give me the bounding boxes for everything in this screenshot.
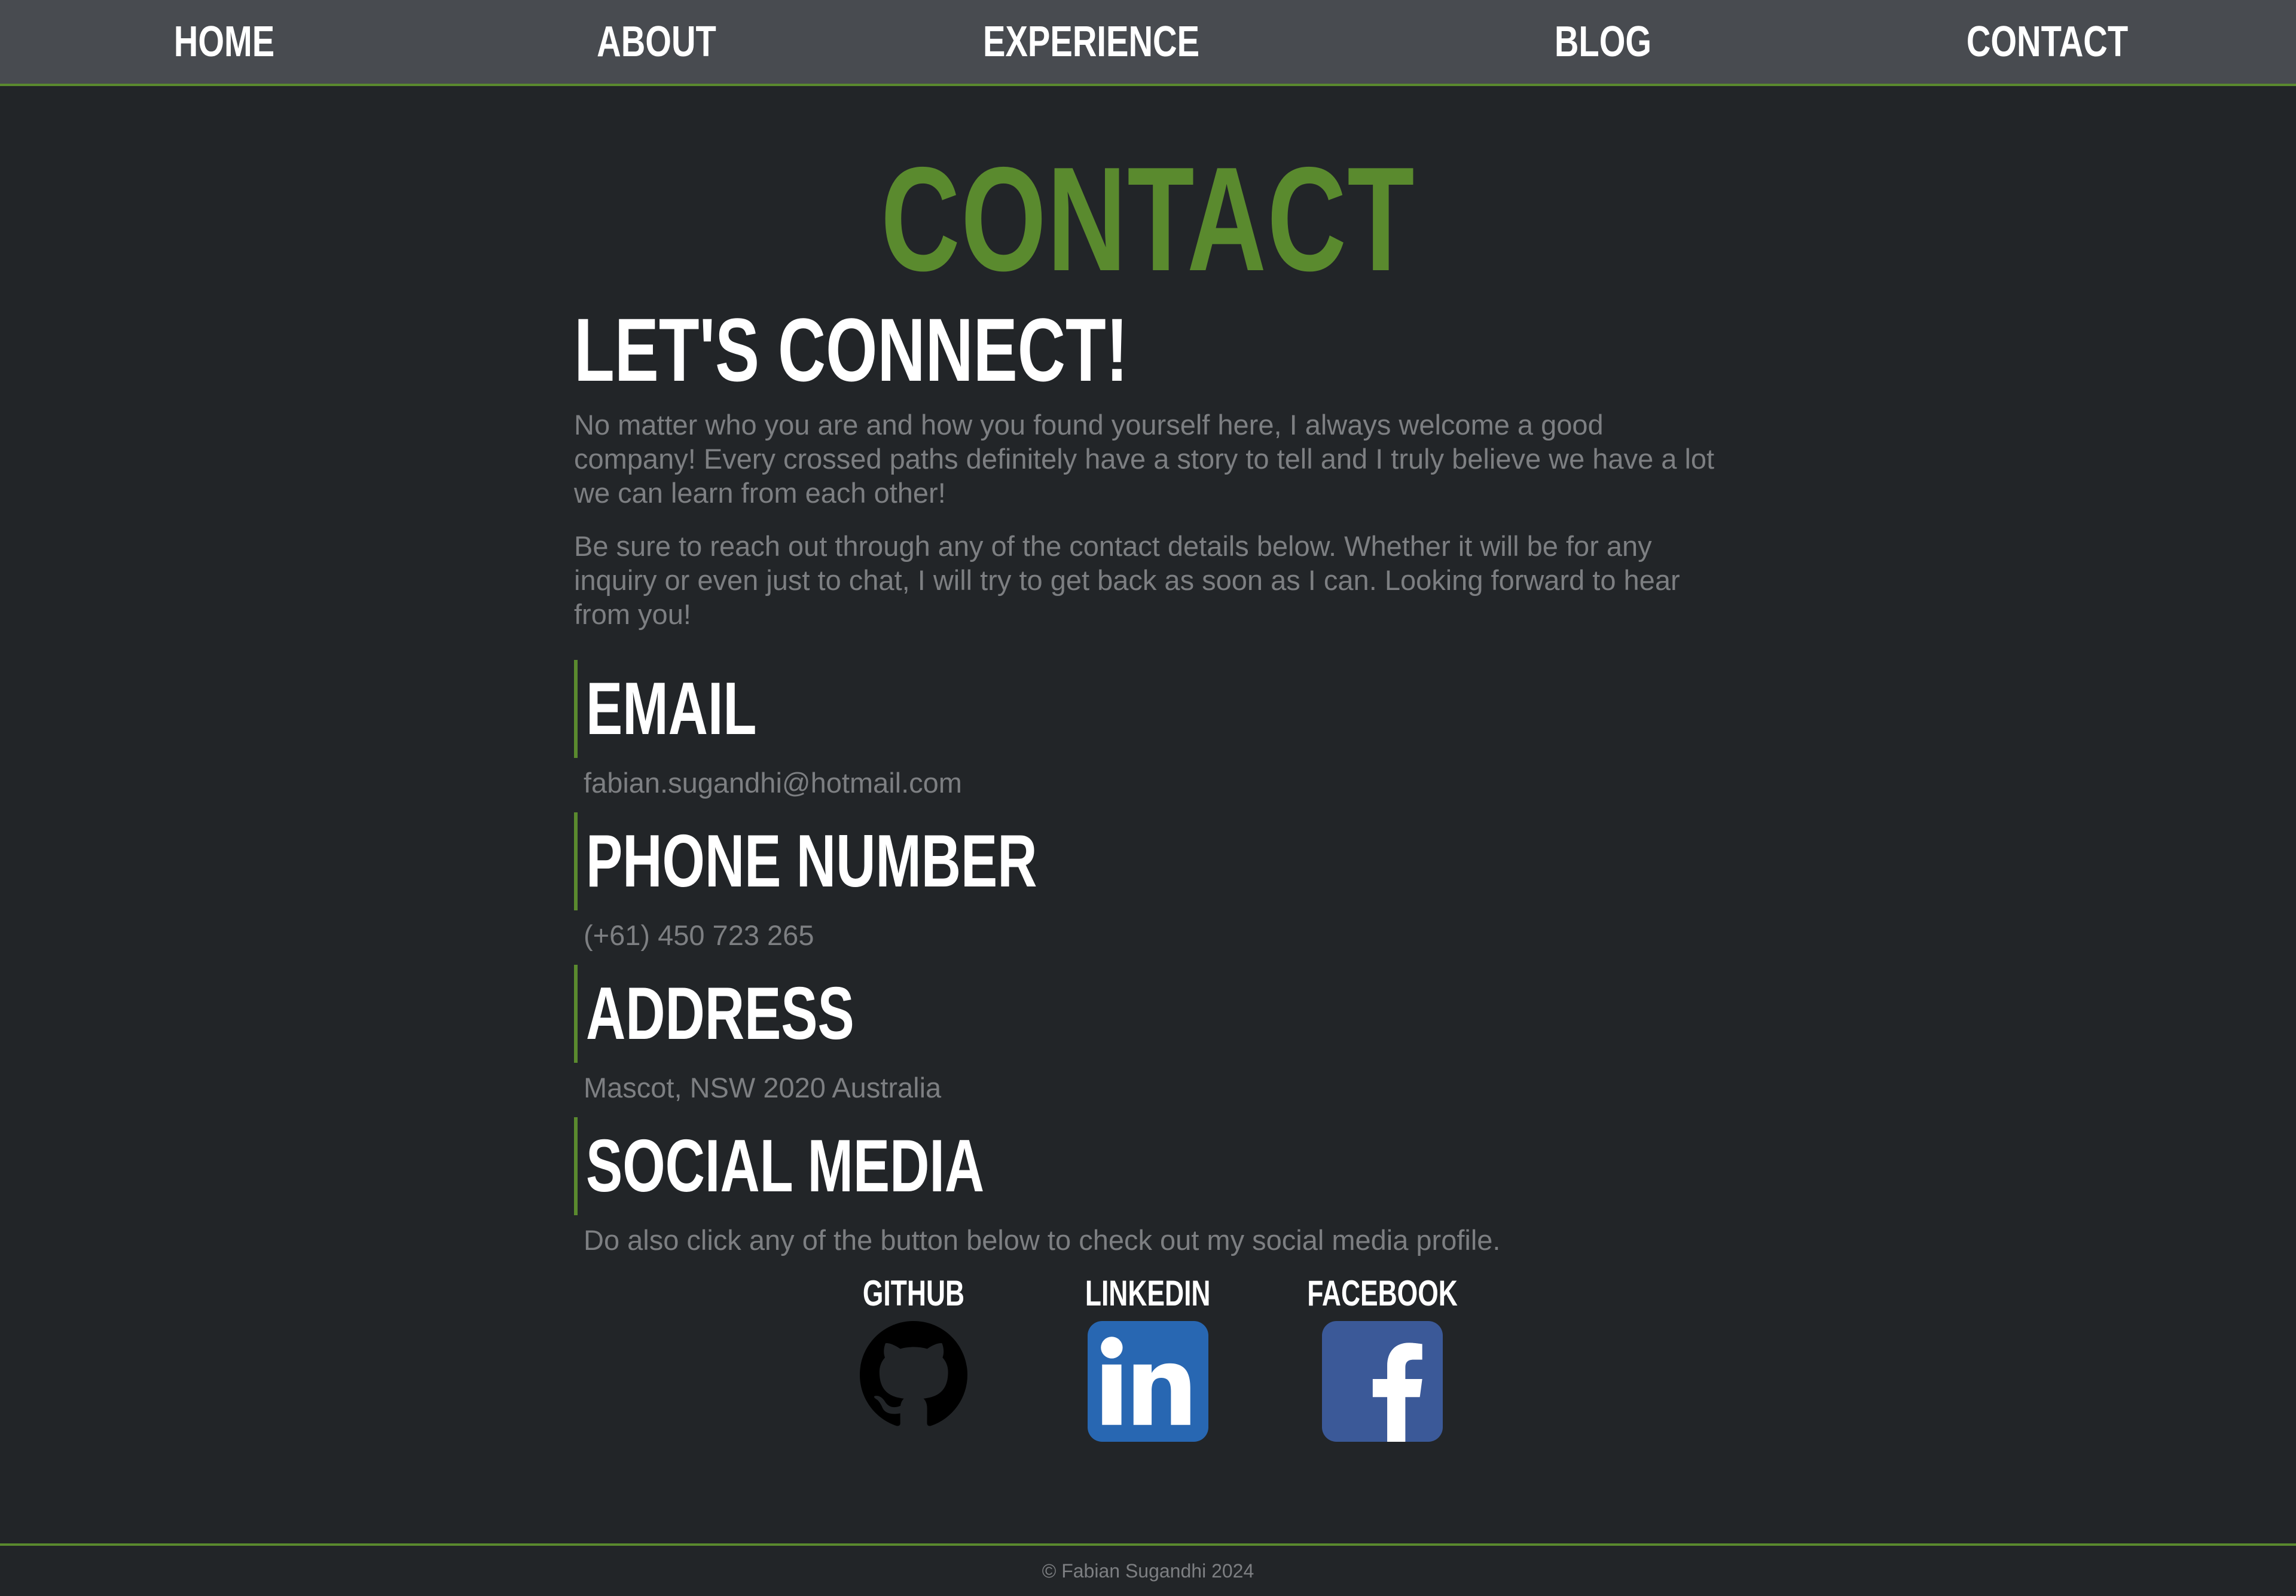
intro-paragraph-1: No matter who you are and how you found … bbox=[574, 409, 1715, 509]
phone-value[interactable]: (+61) 450 723 265 bbox=[584, 918, 1196, 953]
social-media-description: Do also click any of the button below to… bbox=[584, 1224, 1501, 1256]
email-value[interactable]: fabian.sugandhi@hotmail.com bbox=[584, 765, 962, 801]
phone-section: PHONE NUMBER (+61) 450 723 265 bbox=[574, 812, 1196, 953]
intro-section: LET'S CONNECT! No matter who you are and… bbox=[574, 299, 1722, 631]
facebook-label: FACEBOOK bbox=[1307, 1273, 1458, 1313]
facebook-link[interactable]: FACEBOOK bbox=[1307, 1272, 1458, 1442]
nav-contact-link[interactable]: CONTACT bbox=[1964, 0, 2132, 84]
copyright-text: © Fabian Sugandhi 2024 bbox=[1042, 1560, 1254, 1582]
social-media-title: SOCIAL MEDIA bbox=[586, 1125, 985, 1207]
nav-home-link[interactable]: HOME bbox=[159, 0, 289, 84]
email-section: EMAIL fabian.sugandhi@hotmail.com bbox=[574, 660, 962, 801]
social-media-heading: SOCIAL MEDIA bbox=[574, 1117, 1501, 1215]
social-media-section: SOCIAL MEDIA Do also click any of the bu… bbox=[574, 1117, 1501, 1258]
page-title: CONTACT bbox=[881, 136, 1415, 302]
github-icon[interactable] bbox=[860, 1321, 967, 1429]
phone-heading: PHONE NUMBER bbox=[574, 812, 1196, 910]
address-title: ADDRESS bbox=[586, 973, 854, 1055]
nav-blog-link[interactable]: BLOG bbox=[1538, 0, 1668, 84]
footer: © Fabian Sugandhi 2024 bbox=[0, 1543, 2296, 1596]
nav-experience-link[interactable]: EXPERIENCE bbox=[983, 0, 1199, 84]
top-navigation: HOME ABOUT EXPERIENCE BLOG CONTACT bbox=[0, 0, 2296, 86]
linkedin-link[interactable]: LINKEDIN bbox=[1076, 1272, 1220, 1442]
email-title: EMAIL bbox=[586, 668, 757, 750]
address-section: ADDRESS Mascot, NSW 2020 Australia bbox=[574, 965, 948, 1106]
connect-heading: LET'S CONNECT! bbox=[574, 299, 1128, 400]
intro-paragraph-2: Be sure to reach out through any of the … bbox=[574, 530, 1680, 630]
facebook-icon[interactable] bbox=[1322, 1321, 1443, 1442]
github-link[interactable]: GITHUB bbox=[842, 1272, 985, 1429]
address-value: Mascot, NSW 2020 Australia bbox=[584, 1072, 942, 1103]
phone-title: PHONE NUMBER bbox=[586, 820, 1037, 903]
linkedin-label: LINKEDIN bbox=[1085, 1273, 1211, 1313]
linkedin-icon[interactable] bbox=[1088, 1321, 1208, 1442]
email-heading: EMAIL bbox=[574, 660, 962, 758]
address-heading: ADDRESS bbox=[574, 965, 948, 1063]
nav-about-link[interactable]: ABOUT bbox=[591, 0, 722, 84]
github-label: GITHUB bbox=[862, 1273, 965, 1313]
